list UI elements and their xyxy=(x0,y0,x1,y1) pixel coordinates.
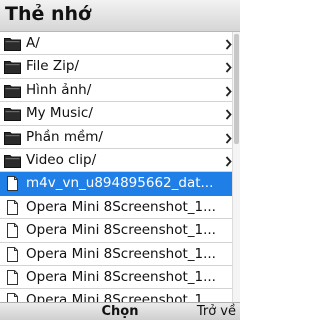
file-icon xyxy=(4,223,21,239)
row-label: File Zip/ xyxy=(26,58,79,75)
file-row[interactable]: Opera Mini 8Screenshot_1... xyxy=(0,243,232,266)
folder-icon xyxy=(4,153,21,168)
file-icon xyxy=(4,246,21,262)
file-list: A/File Zip/Hình ảnh/My Music/Phần mềm/Vi… xyxy=(0,32,232,313)
softkey-bar: Chọn Trở về xyxy=(0,302,240,320)
scrollbar-thumb[interactable] xyxy=(234,34,239,144)
title-bar: Thẻ nhớ xyxy=(0,0,240,32)
folder-row[interactable]: Hình ảnh/ xyxy=(0,79,232,103)
row-label: m4v_vn_u894895662_dat... xyxy=(26,175,214,192)
chevron-right-icon xyxy=(225,106,232,120)
file-icon xyxy=(4,176,21,192)
page-title: Thẻ nhớ xyxy=(5,3,92,25)
row-label: Video clip/ xyxy=(26,151,97,168)
row-label: Phần mềm/ xyxy=(26,128,103,145)
folder-icon xyxy=(4,83,21,98)
file-row[interactable]: Opera Mini 8Screenshot_1... xyxy=(0,196,232,220)
file-row[interactable]: Opera Mini 8Screenshot_1... xyxy=(0,266,232,290)
chevron-right-icon xyxy=(225,83,232,97)
row-label: Opera Mini 8Screenshot_1... xyxy=(26,222,216,239)
back-softkey[interactable]: Trở về xyxy=(197,303,236,320)
folder-icon xyxy=(4,59,21,75)
row-label: Opera Mini 8Screenshot_1... xyxy=(26,268,216,285)
chevron-right-icon xyxy=(225,130,232,144)
folder-row[interactable]: File Zip/ xyxy=(0,55,232,79)
folder-icon xyxy=(4,36,21,51)
folder-row[interactable]: My Music/ xyxy=(0,102,232,126)
row-label: Opera Mini 8Screenshot_1... xyxy=(26,245,216,262)
scrollbar[interactable] xyxy=(232,32,240,302)
row-label: My Music/ xyxy=(26,105,93,122)
file-row[interactable]: m4v_vn_u894895662_dat... xyxy=(0,172,232,196)
chevron-right-icon xyxy=(225,36,232,50)
chevron-right-icon xyxy=(225,59,232,73)
file-icon xyxy=(4,269,21,285)
folder-icon xyxy=(4,106,21,122)
row-label: A/ xyxy=(26,35,40,51)
file-icon xyxy=(4,199,21,215)
chevron-right-icon xyxy=(225,153,232,167)
row-label: Hình ảnh/ xyxy=(26,81,92,98)
folder-row[interactable]: Video clip/ xyxy=(0,149,232,173)
folder-row[interactable]: A/ xyxy=(0,32,232,56)
folder-icon xyxy=(4,130,21,145)
folder-row[interactable]: Phần mềm/ xyxy=(0,126,232,149)
file-row[interactable]: Opera Mini 8Screenshot_1... xyxy=(0,219,232,243)
row-label: Opera Mini 8Screenshot_1... xyxy=(26,198,216,215)
